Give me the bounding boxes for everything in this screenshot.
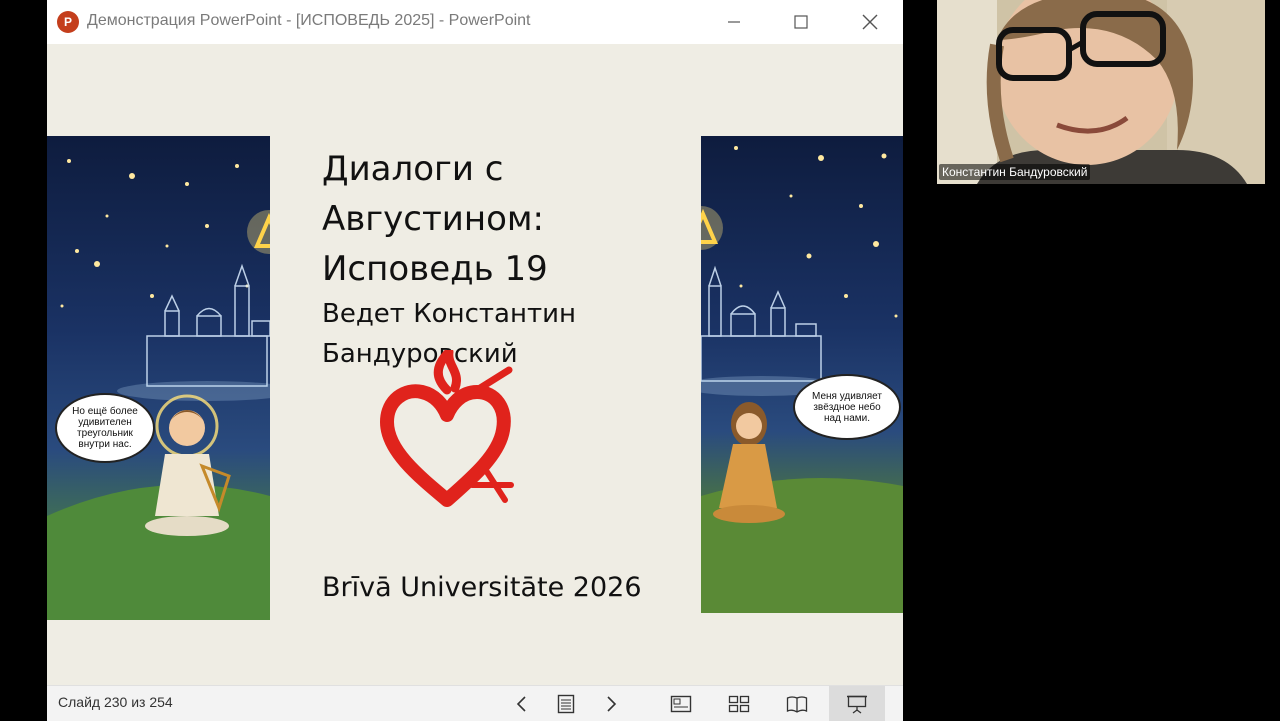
participant-video-tile[interactable]: Константин Бандуровский [937,0,1265,184]
chevron-right-icon [607,695,617,712]
participant-name-label: Константин Бандуровский [939,164,1091,180]
night-sky-city-boy-harp-image [47,159,270,620]
slide-title-line-3: Исповедь 19 [322,249,548,289]
left-bubble-line-4: внутри нас. [78,439,132,450]
presenter-status-bar: Слайд 230 из 254 [47,685,903,721]
slide-footer-text[interactable]: Brīvā Universitāte 2026 [322,572,642,603]
slide-sorter-icon [728,695,750,712]
close-button[interactable] [842,0,898,44]
reading-view-icon [786,695,808,713]
right-bubble-line-1: Меня удивляет [812,390,882,402]
slide-title-line-2: Августином: [322,199,545,239]
previous-slide-button[interactable] [499,686,543,721]
minimize-button[interactable] [706,0,762,44]
left-illustration: Но ещё более удивителен треугольник внут… [47,136,270,620]
night-sky-city-girl-image [701,146,903,613]
right-speech-bubble: Меня удивляет звёздное небо над нами. [793,374,901,440]
all-slides-button[interactable] [544,686,588,721]
presentation-screen-icon [847,695,867,714]
maximize-button[interactable] [773,0,829,44]
slide-list-icon [557,694,575,713]
reading-view-button[interactable] [775,686,819,721]
minimize-icon [728,21,740,23]
chevron-left-icon [516,695,526,712]
left-speech-bubble: Но ещё более удивителен треугольник внут… [55,393,155,463]
next-slide-button[interactable] [590,686,634,721]
slide-subtitle-line-1: Ведет Константин [322,299,576,329]
slide-canvas[interactable]: Но ещё более удивителен треугольник внут… [47,44,903,685]
normal-view-button[interactable] [659,686,703,721]
left-bubble-line-1: Но ещё более [72,406,138,417]
slide-title[interactable]: Диалоги с Августином: Исповедь 19 [322,144,642,294]
maximize-icon [794,15,808,29]
slide-sorter-button[interactable] [717,686,761,721]
powerpoint-app-icon: P [57,11,79,33]
slide-counter: Слайд 230 из 254 [58,694,173,710]
right-bubble-line-3: над нами. [823,412,870,424]
right-bubble-line-2: звёздное небо [813,401,881,413]
slide-title-line-1: Диалоги с [322,149,504,189]
normal-view-icon [670,695,692,712]
title-bar[interactable]: P Демонстрация PowerPoint - [ИСПОВЕДЬ 20… [47,0,903,44]
window-title: Демонстрация PowerPoint - [ИСПОВЕДЬ 2025… [87,12,531,29]
participant-video-image [937,0,1265,184]
left-bubble-line-2: удивителен [78,417,132,428]
flaming-heart-logo [380,350,514,507]
right-illustration: Меня удивляет звёздное небо над нами. [701,136,903,613]
slide-show-button[interactable] [829,686,885,721]
left-bubble-line-3: треугольник [77,428,133,439]
powerpoint-window: P Демонстрация PowerPoint - [ИСПОВЕДЬ 20… [47,0,903,721]
close-icon [862,14,878,30]
